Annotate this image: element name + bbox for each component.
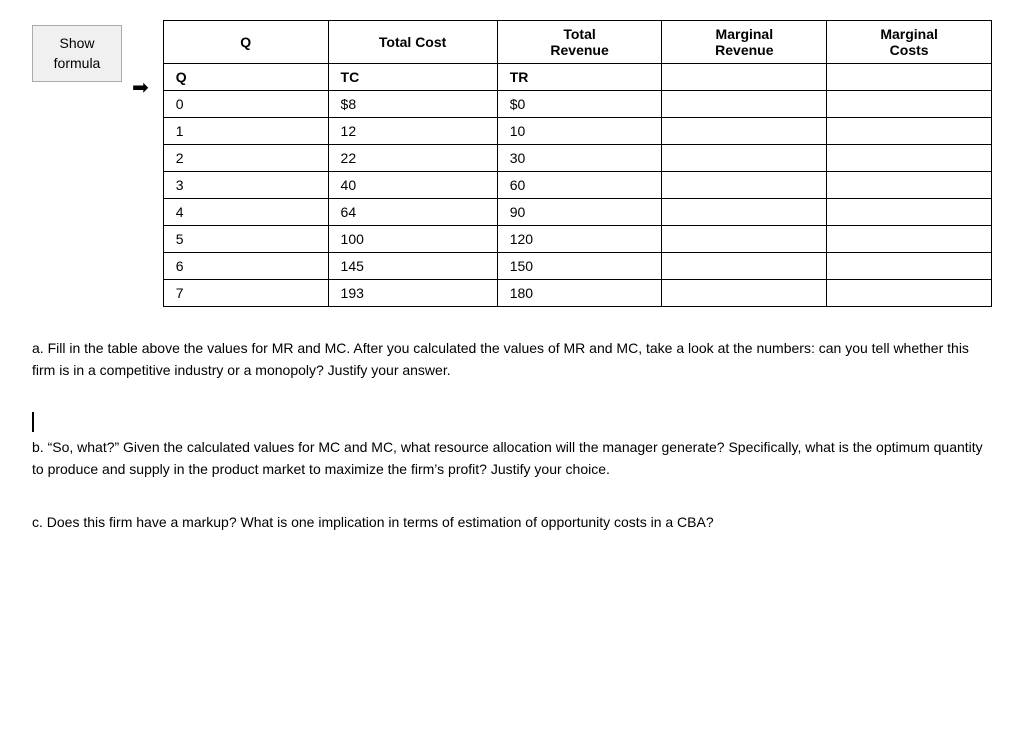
cell-q-1: 1 xyxy=(163,118,328,145)
cell-tc-7: 193 xyxy=(328,280,497,307)
table-row: 3 40 60 xyxy=(163,172,991,199)
cell-mc-2[interactable] xyxy=(827,145,992,172)
cell-tc-1: 12 xyxy=(328,118,497,145)
cell-tc-3: 40 xyxy=(328,172,497,199)
cell-tr-4: 90 xyxy=(497,199,662,226)
cell-mc-0[interactable] xyxy=(827,91,992,118)
question-b-block: b. “So, what?” Given the calculated valu… xyxy=(32,412,992,481)
table-body: 0 $8 $0 1 12 10 2 22 xyxy=(163,91,991,307)
subheader-q: Q xyxy=(163,64,328,91)
show-formula-button[interactable]: Showformula xyxy=(32,25,122,82)
table-row: 0 $8 $0 xyxy=(163,91,991,118)
table-row: 6 145 150 xyxy=(163,253,991,280)
table-subheader-row: Q TC TR xyxy=(163,64,991,91)
cell-q-6: 6 xyxy=(163,253,328,280)
cell-tr-7: 180 xyxy=(497,280,662,307)
cell-mc-7[interactable] xyxy=(827,280,992,307)
question-c-text: c. Does this firm have a markup? What is… xyxy=(32,511,992,533)
cell-q-0: 0 xyxy=(163,91,328,118)
economics-table: Q Total Cost TotalRevenue MarginalRevenu… xyxy=(163,20,992,307)
col-header-tr: TotalRevenue xyxy=(497,21,662,64)
cell-mr-4[interactable] xyxy=(662,199,827,226)
cell-q-2: 2 xyxy=(163,145,328,172)
table-header-row: Q Total Cost TotalRevenue MarginalRevenu… xyxy=(163,21,991,64)
col-header-mc: MarginalCosts xyxy=(827,21,992,64)
table-row: 5 100 120 xyxy=(163,226,991,253)
page-container: Showformula ➡ Q Total Cost TotalRevenue … xyxy=(32,20,992,533)
top-section: Showformula ➡ Q Total Cost TotalRevenue … xyxy=(32,20,992,307)
cell-tr-3: 60 xyxy=(497,172,662,199)
arrow-indicator: ➡ xyxy=(132,75,149,100)
cell-tc-4: 64 xyxy=(328,199,497,226)
cell-mc-4[interactable] xyxy=(827,199,992,226)
col-header-tc: Total Cost xyxy=(328,21,497,64)
text-cursor xyxy=(32,412,34,432)
cell-q-5: 5 xyxy=(163,226,328,253)
cell-mr-5[interactable] xyxy=(662,226,827,253)
cell-tr-0: $0 xyxy=(497,91,662,118)
cell-tr-6: 150 xyxy=(497,253,662,280)
cell-mr-2[interactable] xyxy=(662,145,827,172)
table-row: 2 22 30 xyxy=(163,145,991,172)
table-row: 1 12 10 xyxy=(163,118,991,145)
table-row: 7 193 180 xyxy=(163,280,991,307)
col-header-q: Q xyxy=(163,21,328,64)
subheader-mc xyxy=(827,64,992,91)
cell-tc-5: 100 xyxy=(328,226,497,253)
col-header-mr: MarginalRevenue xyxy=(662,21,827,64)
question-a-text: a. Fill in the table above the values fo… xyxy=(32,337,992,382)
table-row: 4 64 90 xyxy=(163,199,991,226)
questions-section: a. Fill in the table above the values fo… xyxy=(32,337,992,533)
cell-mc-1[interactable] xyxy=(827,118,992,145)
cell-mc-5[interactable] xyxy=(827,226,992,253)
question-a-block: a. Fill in the table above the values fo… xyxy=(32,337,992,382)
subheader-mr xyxy=(662,64,827,91)
cell-mr-3[interactable] xyxy=(662,172,827,199)
cell-q-4: 4 xyxy=(163,199,328,226)
cell-tc-6: 145 xyxy=(328,253,497,280)
cell-q-7: 7 xyxy=(163,280,328,307)
subheader-tc: TC xyxy=(328,64,497,91)
cell-mr-0[interactable] xyxy=(662,91,827,118)
cell-tc-0: $8 xyxy=(328,91,497,118)
cell-tr-5: 120 xyxy=(497,226,662,253)
cell-tr-2: 30 xyxy=(497,145,662,172)
question-c-block: c. Does this firm have a markup? What is… xyxy=(32,511,992,533)
cell-mr-6[interactable] xyxy=(662,253,827,280)
cell-mr-7[interactable] xyxy=(662,280,827,307)
data-table-wrapper: Q Total Cost TotalRevenue MarginalRevenu… xyxy=(163,20,992,307)
question-b-text: b. “So, what?” Given the calculated valu… xyxy=(32,436,992,481)
subheader-tr: TR xyxy=(497,64,662,91)
arrow-icon: ➡ xyxy=(132,75,149,100)
cell-mr-1[interactable] xyxy=(662,118,827,145)
cell-tc-2: 22 xyxy=(328,145,497,172)
cell-q-3: 3 xyxy=(163,172,328,199)
cell-tr-1: 10 xyxy=(497,118,662,145)
cell-mc-3[interactable] xyxy=(827,172,992,199)
cell-mc-6[interactable] xyxy=(827,253,992,280)
show-formula-label: Showformula xyxy=(54,35,101,71)
